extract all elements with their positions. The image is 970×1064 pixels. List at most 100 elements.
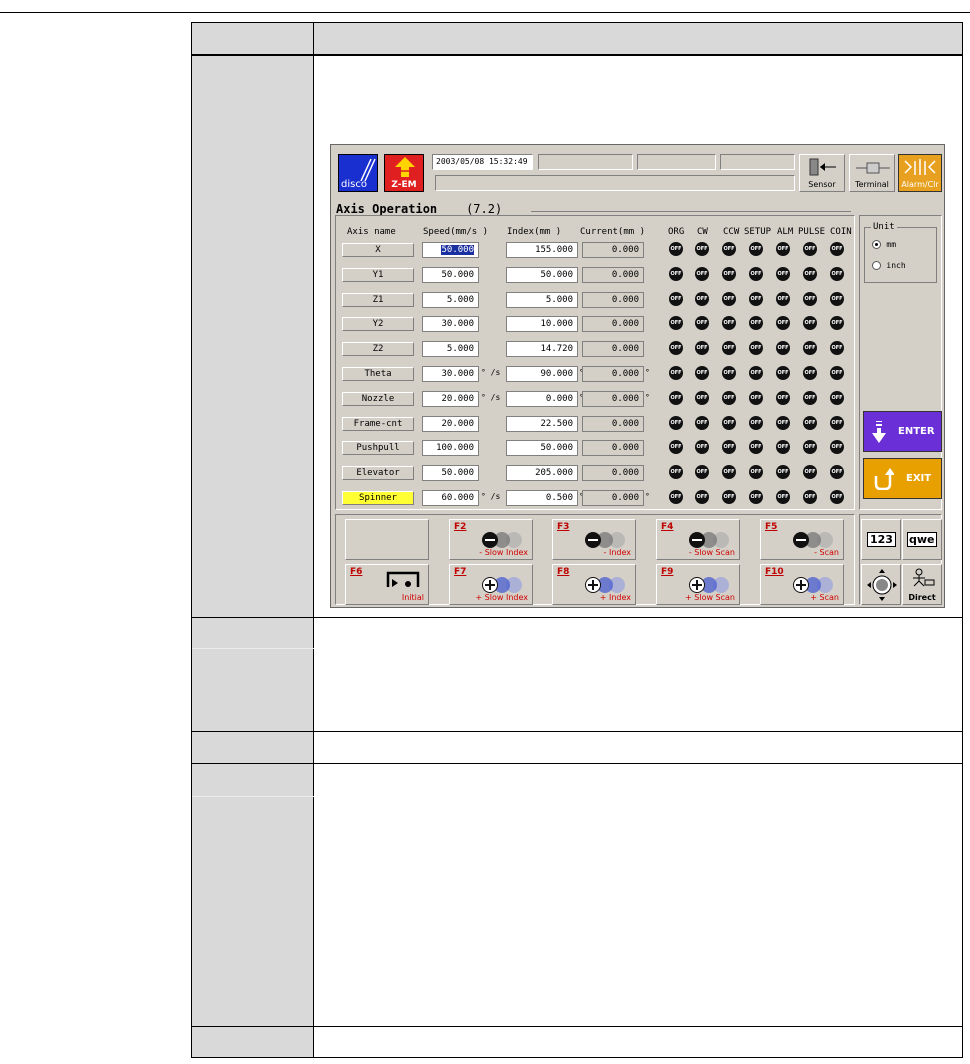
f9-slow-scan-plus-button[interactable]: F9 + Slow Scan	[656, 564, 740, 605]
speed-input[interactable]: 60.000	[422, 490, 479, 506]
axis-button-theta[interactable]: Theta	[342, 367, 414, 381]
f10-scan-plus-button[interactable]: F10 + Scan	[760, 564, 844, 605]
speed-input[interactable]: 50.000	[422, 465, 479, 482]
ccw-status-led: OFF	[722, 266, 736, 281]
index-input[interactable]: 0.000	[506, 390, 578, 407]
index-input[interactable]: 155.000	[506, 242, 578, 258]
speed-input[interactable]: 30.000	[422, 316, 479, 333]
current-value: 0.000	[611, 468, 639, 479]
qwerty-keyboard-button[interactable]: qwe	[902, 519, 942, 560]
org-status-led: OFF	[669, 415, 683, 430]
index-input[interactable]: 5.000	[506, 291, 578, 308]
cw-status-led: OFF	[695, 490, 709, 504]
index-input[interactable]: 205.000	[506, 465, 578, 482]
f4-label: - Slow Scan	[688, 548, 735, 557]
f2-key: F2	[454, 522, 467, 532]
minus-icon	[482, 532, 524, 548]
header-index: Index(mm )	[507, 227, 562, 237]
f9-key: F9	[661, 567, 674, 577]
plus-icon	[793, 577, 835, 593]
plus-icon	[689, 577, 731, 593]
speed-unit: ° /s	[481, 368, 501, 377]
speed-input[interactable]: 5.000	[422, 291, 479, 308]
speed-value: 60.000	[441, 493, 474, 503]
index-input[interactable]: 22.500	[506, 415, 578, 432]
unit-inch-radio[interactable]: inch	[872, 261, 906, 271]
f8-index-plus-button[interactable]: F8 + Index	[552, 564, 636, 605]
index-input[interactable]: 0.500	[506, 490, 578, 506]
f7-label: + Slow Index	[475, 593, 528, 602]
pulse-status-led: OFF	[803, 390, 817, 405]
f3-index-minus-button[interactable]: F3 - Index	[552, 519, 636, 560]
screen-title-text: Axis Operation	[336, 202, 438, 216]
f7-slow-index-plus-button[interactable]: F7 + Slow Index	[449, 564, 533, 605]
coin-status-led: OFF	[830, 242, 844, 256]
f7-key: F7	[454, 567, 467, 577]
z-em-button[interactable]: Z-EM	[384, 154, 424, 192]
current-value: 0.000	[611, 245, 639, 255]
plus-icon	[482, 577, 524, 593]
speed-input[interactable]: 50.000	[422, 242, 479, 258]
current-value-field: 0.000	[582, 440, 644, 457]
speed-input[interactable]: 5.000	[422, 341, 479, 358]
jog-direction-button[interactable]	[861, 564, 901, 605]
alm-status-led: OFF	[776, 266, 790, 281]
f6-initial-button[interactable]: F6 Initial	[345, 564, 429, 605]
f4-slow-scan-minus-button[interactable]: F4 - Slow Scan	[656, 519, 740, 560]
speed-value: 30.000	[441, 369, 474, 379]
alm-status-led: OFF	[776, 366, 790, 380]
speed-value: 5.000	[446, 344, 474, 355]
enter-button[interactable]: ENTER	[863, 411, 942, 452]
header-speed: Speed(mm/s )	[423, 227, 489, 237]
exit-button[interactable]: EXIT	[863, 458, 942, 499]
speed-value: 100.000	[436, 443, 474, 454]
alm-status-led: OFF	[776, 390, 790, 405]
minus-icon	[793, 532, 835, 548]
axis-button-z2[interactable]: Z2	[342, 342, 414, 357]
axis-button-pushpull[interactable]: Pushpull	[342, 441, 414, 456]
axis-button-y2[interactable]: Y2	[342, 317, 414, 332]
setup-status-led: OFF	[749, 366, 763, 380]
alarm-clear-button[interactable]: Alarm/Clr	[898, 154, 942, 192]
axis-button-frame-cnt[interactable]: Frame-cnt	[342, 416, 414, 431]
f3-label: - Index	[603, 548, 631, 557]
f8-key: F8	[557, 567, 570, 577]
axis-button-spinner[interactable]: Spinner	[342, 491, 414, 505]
f5-label: - Scan	[814, 548, 839, 557]
speed-input[interactable]: 30.000	[422, 366, 479, 382]
speed-input[interactable]: 100.000	[422, 440, 479, 457]
alarm-icon	[904, 159, 936, 175]
sensor-button[interactable]: Sensor	[799, 154, 845, 192]
table-subrule	[192, 648, 314, 649]
f10-key: F10	[765, 567, 784, 577]
terminal-button[interactable]: Terminal	[849, 154, 895, 192]
coin-status-led: OFF	[830, 366, 844, 380]
blank-key[interactable]	[345, 519, 429, 560]
speed-input[interactable]: 20.000	[422, 415, 479, 432]
unit-mm-radio[interactable]: mm	[872, 240, 896, 250]
z-em-label: Z-EM	[391, 180, 417, 190]
axis-button-y1[interactable]: Y1	[342, 267, 414, 282]
index-input[interactable]: 14.720	[506, 341, 578, 358]
current-value-field: 0.000	[582, 366, 644, 382]
index-input[interactable]: 10.000	[506, 316, 578, 333]
axis-button-z1[interactable]: Z1	[342, 292, 414, 307]
speed-input[interactable]: 20.000	[422, 390, 479, 407]
index-input[interactable]: 50.000	[506, 266, 578, 283]
alm-status-led: OFF	[776, 490, 790, 504]
f2-slow-index-minus-button[interactable]: F2 - Slow Index	[449, 519, 533, 560]
index-input[interactable]: 90.000	[506, 366, 578, 382]
index-input[interactable]: 50.000	[506, 440, 578, 457]
cw-status-led: OFF	[695, 242, 709, 256]
f5-scan-minus-button[interactable]: F5 - Scan	[760, 519, 844, 560]
up-arrow-icon	[395, 157, 415, 177]
axis-button-x[interactable]: X	[342, 243, 414, 257]
numeric-keypad-button[interactable]: 123	[861, 519, 901, 560]
axis-button-nozzle[interactable]: Nozzle	[342, 391, 414, 406]
speed-input[interactable]: 50.000	[422, 266, 479, 283]
header-ccw: CCW	[723, 227, 740, 237]
axis-button-elevator[interactable]: Elevator	[342, 466, 414, 481]
index-value: 205.000	[535, 468, 573, 479]
cw-status-led: OFF	[695, 390, 709, 405]
direct-button[interactable]: Direct	[902, 564, 942, 605]
